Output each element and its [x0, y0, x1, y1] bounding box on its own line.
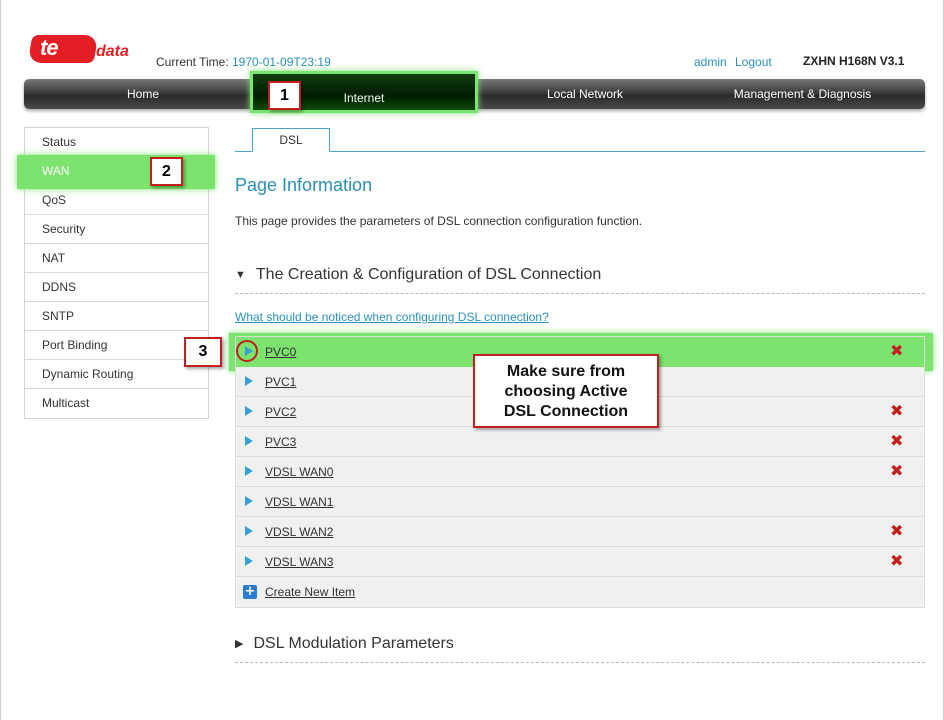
logo-subtext: data	[96, 43, 129, 60]
admin-user-link[interactable]: admin	[694, 55, 727, 69]
notice-help-link[interactable]: What should be noticed when configuring …	[235, 310, 549, 324]
logo-shape	[27, 35, 99, 63]
expand-arrow-icon[interactable]	[245, 556, 253, 566]
sidebar-item-sntp[interactable]: SNTP	[25, 302, 208, 331]
page-title: Page Information	[235, 175, 373, 195]
create-new-item-link[interactable]: Create New Item	[265, 585, 355, 599]
step1-callout: 1	[268, 81, 301, 110]
sidebar-item-port-binding[interactable]: Port Binding	[25, 331, 208, 360]
sidebar-item-multicast[interactable]: Multicast	[25, 389, 208, 418]
sidebar-item-security[interactable]: Security	[25, 215, 208, 244]
page-description: This page provides the parameters of DSL…	[235, 214, 643, 228]
section-dsl-modulation-title: DSL Modulation Parameters	[253, 635, 454, 652]
expand-arrow-icon[interactable]	[245, 376, 253, 386]
sidebar-item-status[interactable]: Status	[25, 128, 208, 157]
note-line: Make sure from	[506, 363, 626, 380]
connection-name[interactable]: PVC0	[265, 345, 296, 359]
expand-arrow-icon[interactable]	[245, 406, 253, 416]
device-model: ZXHN H168N V3.1	[803, 54, 905, 68]
delete-x-icon[interactable]: ✖	[890, 433, 903, 449]
section-dsl-connection-title: The Creation & Configuration of DSL Conn…	[255, 266, 602, 283]
current-time-value: 1970-01-09T23:19	[232, 55, 331, 69]
delete-x-icon[interactable]: ✖	[890, 523, 903, 539]
step3-callout: 3	[184, 337, 222, 367]
list-item[interactable]: VDSL WAN3 ✖	[236, 547, 924, 577]
delete-x-icon[interactable]: ✖	[890, 553, 903, 569]
tab-underline	[235, 151, 925, 152]
expand-arrow-icon: ▶	[235, 638, 244, 650]
sidebar-item-dynamic-routing[interactable]: Dynamic Routing	[25, 360, 208, 389]
logout-link[interactable]: Logout	[735, 55, 772, 69]
step2-callout: 2	[150, 157, 183, 186]
delete-x-icon[interactable]: ✖	[890, 343, 903, 359]
sidebar-item-nat[interactable]: NAT	[25, 244, 208, 273]
connection-name[interactable]: VDSL WAN2	[265, 525, 333, 539]
connection-name[interactable]: VDSL WAN3	[265, 555, 333, 569]
current-time-label: Current Time:	[156, 55, 229, 69]
sidebar-item-ddns[interactable]: DDNS	[25, 273, 208, 302]
section-dsl-modulation-header[interactable]: ▶ DSL Modulation Parameters	[235, 635, 454, 653]
instruction-note: Make sure from choosing Active DSL Conne…	[473, 354, 659, 428]
connection-name[interactable]: VDSL WAN0	[265, 465, 333, 479]
section-divider	[235, 293, 925, 294]
main-nav: Home Local Network Management & Diagnosi…	[24, 71, 925, 113]
sidebar-item-wan-label[interactable]: WAN	[42, 164, 70, 178]
plus-icon[interactable]: +	[243, 585, 257, 599]
list-item[interactable]: VDSL WAN2 ✖	[236, 517, 924, 547]
delete-x-icon[interactable]: ✖	[890, 463, 903, 479]
sidebar-item-qos[interactable]: QoS	[25, 186, 208, 215]
te-data-logo: te data	[27, 33, 130, 67]
connection-name[interactable]: PVC2	[265, 405, 296, 419]
list-item[interactable]: PVC3 ✖	[236, 427, 924, 457]
nav-local-network[interactable]: Local Network	[480, 79, 690, 109]
connection-name[interactable]: PVC1	[265, 375, 296, 389]
expand-arrow-icon[interactable]	[245, 526, 253, 536]
logo-text: te	[40, 35, 59, 60]
expand-arrow-icon[interactable]	[245, 466, 253, 476]
tab-dsl[interactable]: DSL	[252, 128, 330, 152]
nav-management-diagnosis[interactable]: Management & Diagnosis	[690, 79, 915, 109]
note-line: choosing Active	[504, 383, 628, 400]
list-item[interactable]: VDSL WAN1	[236, 487, 924, 517]
connection-name[interactable]: PVC3	[265, 435, 296, 449]
section-dsl-connection-header[interactable]: ▼ The Creation & Configuration of DSL Con…	[235, 266, 601, 284]
collapse-arrow-icon: ▼	[235, 269, 246, 281]
expand-arrow-icon[interactable]	[245, 436, 253, 446]
section-divider	[235, 662, 925, 663]
nav-home[interactable]: Home	[24, 79, 262, 109]
step3-circle-marker	[236, 340, 258, 362]
list-item[interactable]: VDSL WAN0 ✖	[236, 457, 924, 487]
note-line: DSL Connection	[503, 403, 629, 420]
delete-x-icon[interactable]: ✖	[890, 403, 903, 419]
expand-arrow-icon[interactable]	[245, 496, 253, 506]
create-new-item-row[interactable]: + Create New Item	[236, 577, 924, 607]
connection-name[interactable]: VDSL WAN1	[265, 495, 333, 509]
